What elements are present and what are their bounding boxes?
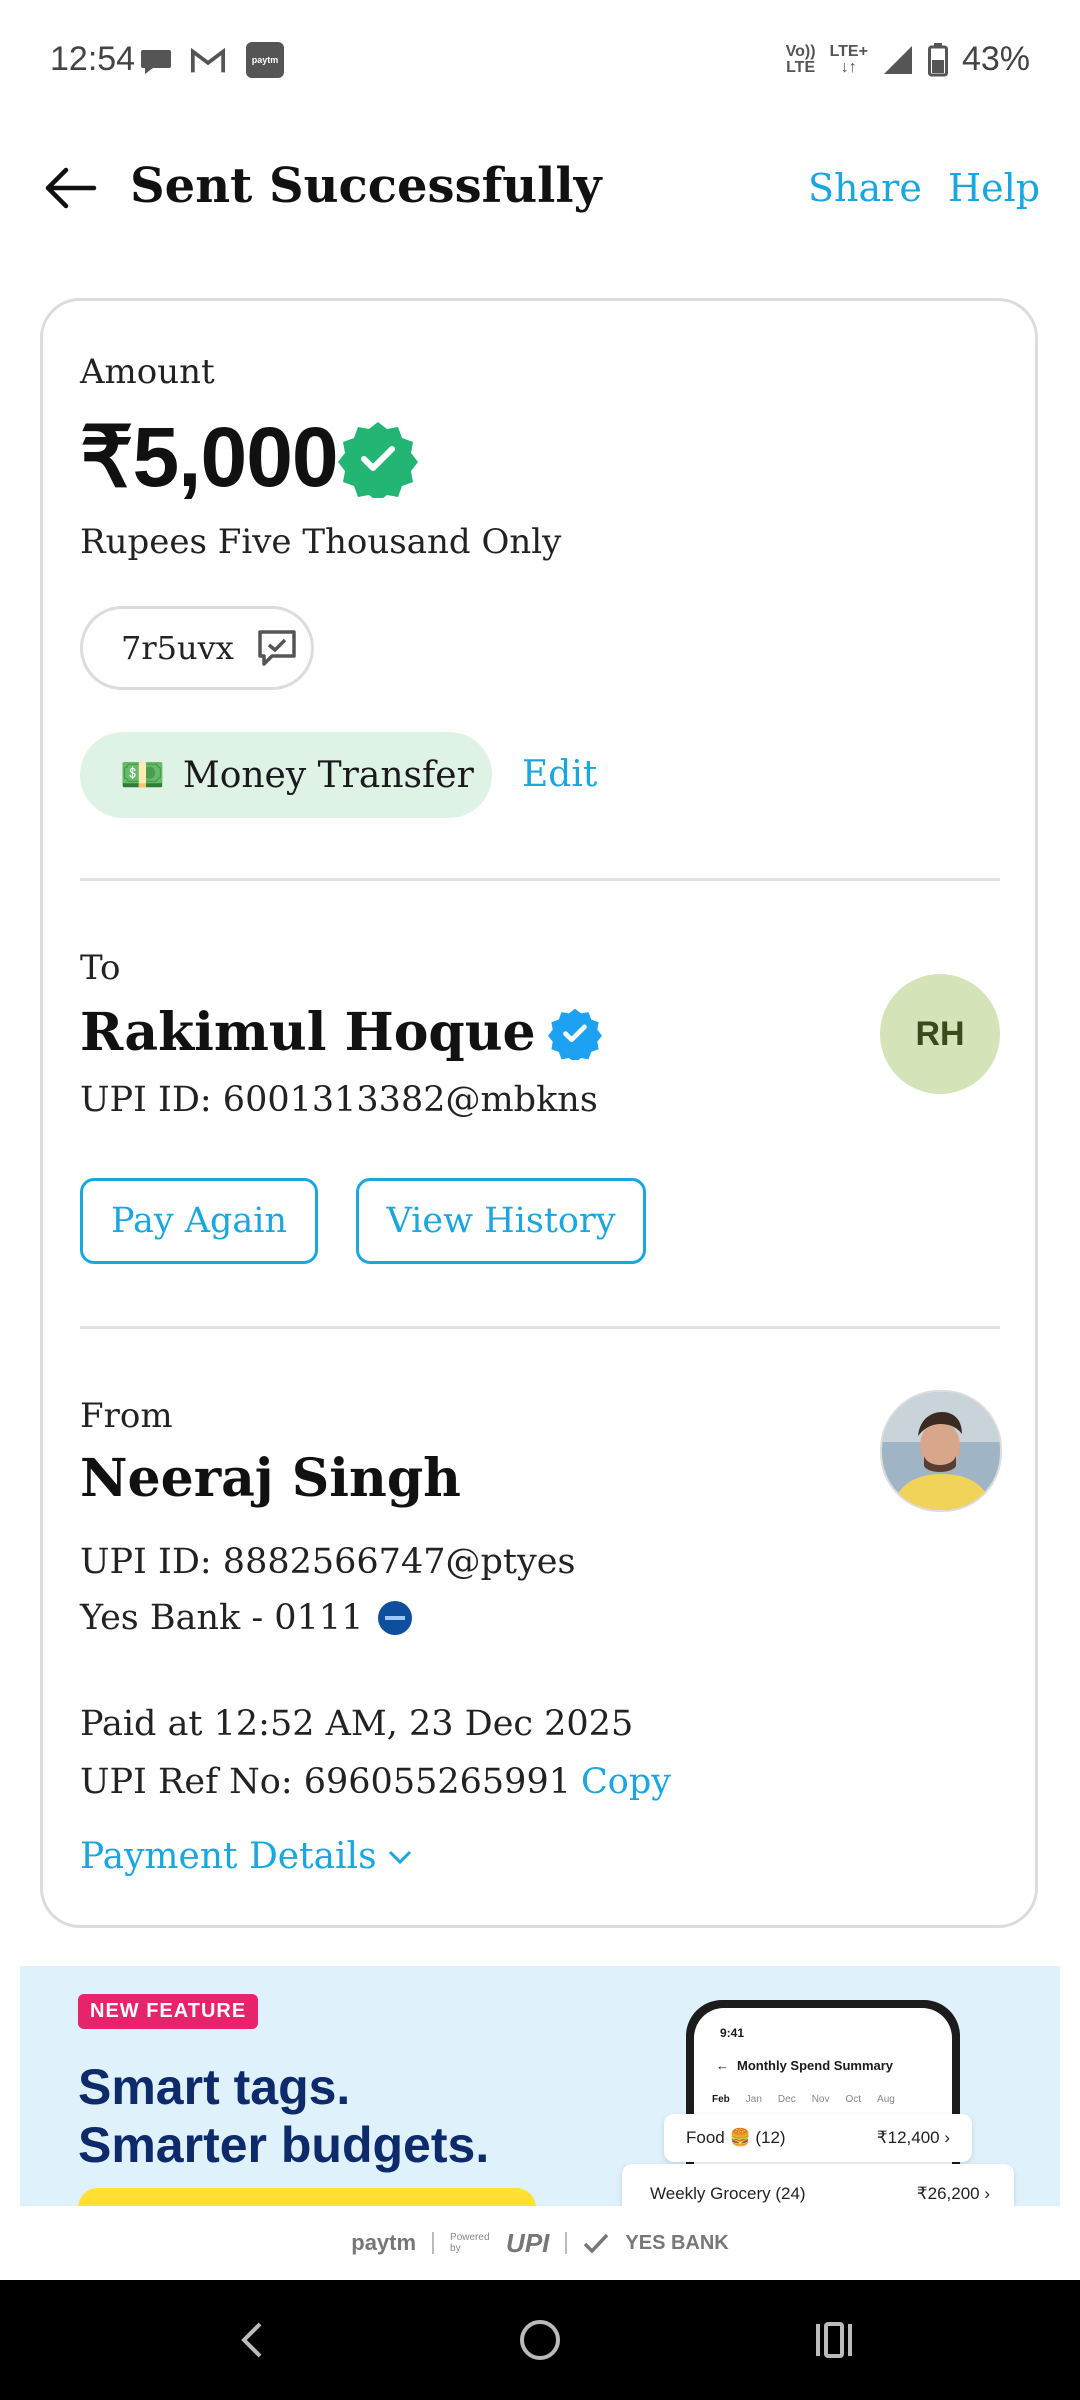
help-link[interactable]: Help [948,166,1040,210]
divider [80,1326,1000,1329]
lte-icon: LTE+ ↓↑ [829,42,868,76]
gmail-icon [190,44,226,78]
divider [565,2232,568,2254]
copy-ref-link[interactable]: Copy [581,1762,671,1802]
new-feature-badge: NEW FEATURE [78,1994,259,2029]
phone-tab: Nov [811,2094,830,2105]
spend-row-value: ₹12,400 › [876,2128,950,2147]
partner-footer: paytm Powered by UPI YES BANK [0,2206,1080,2280]
payee-name-row: Rakimul Hoque [80,1002,602,1063]
amount-value: ₹5,000 [80,410,339,504]
payer-bank: Yes Bank - 0111 [80,1598,364,1638]
money-emoji-icon: 💵 [120,755,165,796]
divider [80,878,1000,881]
payee-name: Rakimul Hoque [80,1002,536,1063]
message-icon [258,630,296,666]
phone-back-icon: ← [716,2058,729,2073]
note-chip[interactable]: 7r5uvx [80,606,314,690]
spend-row-label: Weekly Grocery (24) [650,2184,806,2203]
upi-logo: UPI [506,2227,550,2258]
phone-tab: Jan [745,2094,762,2105]
phone-tab: Dec [777,2094,796,2105]
payer-bank-row: Yes Bank - 0111 [80,1598,413,1638]
payment-details-label: Payment Details [80,1836,377,1877]
pay-again-button[interactable]: Pay Again [80,1178,318,1264]
banner-headline-1: Smart tags. [78,2059,351,2115]
system-nav-bar [0,2280,1080,2400]
spend-row-food: Food 🍔 (12) ₹12,400 › [664,2114,972,2162]
paytm-logo: paytm [351,2230,417,2255]
divider [432,2232,435,2254]
banner-headline-2: Smarter budgets. [78,2117,490,2173]
paid-at: Paid at 12:52 AM, 23 Dec 2025 [80,1704,634,1744]
payment-details-toggle[interactable]: Payment Details [80,1836,413,1877]
phone-tab: Feb [712,2094,730,2105]
payer-name: Neeraj Singh [80,1448,461,1509]
status-time: 12:54 [50,40,136,78]
powered-by-text: Powered by [450,2232,490,2254]
chevron-down-icon [388,1850,411,1864]
yes-bank-wordmark: YES BANK [625,2231,729,2254]
to-label: To [80,948,121,988]
payer-upi-id: UPI ID: 8882566747@ptyes [80,1542,576,1582]
phone-title-row: ← Monthly Spend Summary [716,2058,893,2073]
ref-row: UPI Ref No: 696055265991 Copy [80,1762,671,1802]
note-text: 7r5uvx [121,629,234,667]
amount-label: Amount [80,352,215,392]
payee-avatar: RH [880,974,1000,1094]
phone-time: 9:41 [720,2026,745,2040]
volte-icon: Vo)) LTE [785,42,816,76]
battery-percent: 43% [961,40,1030,78]
category-label: Money Transfer [182,754,474,796]
back-button[interactable] [40,158,100,218]
status-right: Vo)) LTE LTE+ ↓↑ 43% [786,40,1030,79]
verified-badge-icon [547,1008,602,1060]
upi-ref-number: UPI Ref No: 696055265991 [80,1762,571,1802]
page-title: Sent Successfully [130,158,602,214]
chat-icon [138,44,174,78]
success-check-icon [338,418,418,502]
nav-home-icon [520,2320,560,2360]
category-chip[interactable]: 💵 Money Transfer [80,732,492,818]
spend-row-value: ₹26,200 › [916,2184,990,2203]
spend-row-label: Food 🍔 (12) [686,2128,786,2147]
phone-tab: Oct [845,2094,862,2105]
phone-title: Monthly Spend Summary [737,2058,894,2073]
yes-bank-logo-icon [378,1601,413,1635]
nav-home-button[interactable] [510,2310,570,2370]
paytm-notification-icon: paytm [246,42,284,78]
check-mark-icon [584,2233,609,2254]
phone-tab: Aug [877,2094,895,2105]
status-bar: 12:54 paytm Vo)) LTE LTE+ ↓↑ 43% [0,0,1080,126]
amount-in-words: Rupees Five Thousand Only [80,522,562,562]
nav-back-button[interactable] [224,2310,284,2370]
payer-avatar [880,1390,1002,1512]
arrow-left-icon [45,167,97,209]
nav-back-icon [241,2322,262,2358]
from-label: From [80,1396,173,1436]
battery-icon [927,42,948,76]
share-link[interactable]: Share [808,166,922,210]
signal-icon [883,45,912,74]
nav-recents-button[interactable] [804,2310,864,2370]
payee-upi-id: UPI ID: 6001313382@mbkns [80,1080,598,1120]
phone-tabs: Feb Jan Dec Nov Oct Aug [712,2094,895,2105]
nav-recents-icon [816,2322,852,2358]
view-history-button[interactable]: View History [356,1178,646,1264]
edit-category-link[interactable]: Edit [522,754,597,795]
